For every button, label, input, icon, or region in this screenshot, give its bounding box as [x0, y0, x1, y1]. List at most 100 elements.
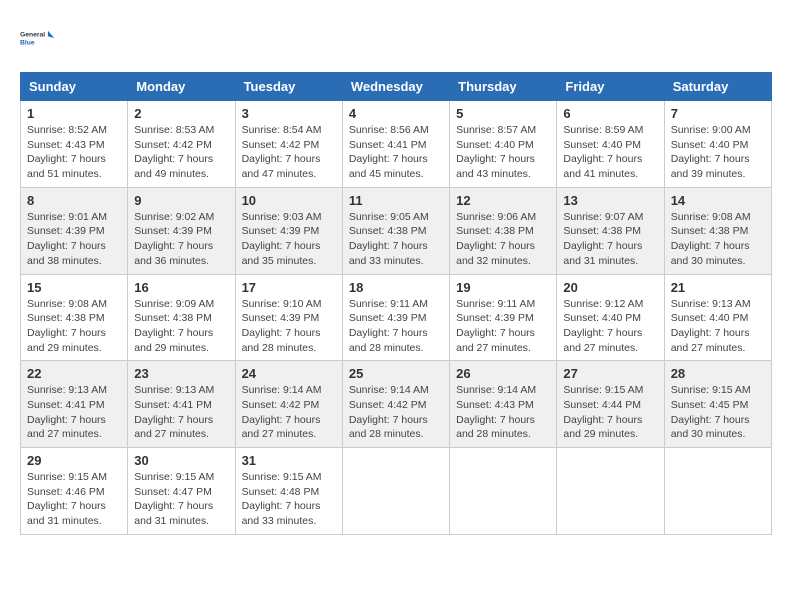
- day-info: Sunrise: 9:15 AM Sunset: 4:46 PM Dayligh…: [27, 470, 121, 529]
- sunrise-text: Sunrise: 9:13 AM: [27, 384, 107, 396]
- calendar-cell: 9 Sunrise: 9:02 AM Sunset: 4:39 PM Dayli…: [128, 187, 235, 274]
- sunrise-text: Sunrise: 9:02 AM: [134, 211, 214, 223]
- day-info: Sunrise: 9:08 AM Sunset: 4:38 PM Dayligh…: [671, 210, 765, 269]
- daylight-text: Daylight: 7 hours and 30 minutes.: [671, 414, 750, 441]
- daylight-text: Daylight: 7 hours and 27 minutes.: [456, 327, 535, 354]
- calendar-cell: 31 Sunrise: 9:15 AM Sunset: 4:48 PM Dayl…: [235, 448, 342, 535]
- daylight-text: Daylight: 7 hours and 43 minutes.: [456, 153, 535, 180]
- day-number: 25: [349, 366, 443, 381]
- sunset-text: Sunset: 4:39 PM: [242, 312, 320, 324]
- sunset-text: Sunset: 4:48 PM: [242, 486, 320, 498]
- calendar-cell: 13 Sunrise: 9:07 AM Sunset: 4:38 PM Dayl…: [557, 187, 664, 274]
- day-number: 1: [27, 106, 121, 121]
- svg-text:Blue: Blue: [20, 39, 35, 46]
- sunrise-text: Sunrise: 9:03 AM: [242, 211, 322, 223]
- day-number: 21: [671, 280, 765, 295]
- day-info: Sunrise: 8:59 AM Sunset: 4:40 PM Dayligh…: [563, 123, 657, 182]
- logo-icon: GeneralBlue: [20, 20, 56, 56]
- sunset-text: Sunset: 4:42 PM: [242, 139, 320, 151]
- daylight-text: Daylight: 7 hours and 27 minutes.: [242, 414, 321, 441]
- column-header-saturday: Saturday: [664, 73, 771, 101]
- calendar-cell: 22 Sunrise: 9:13 AM Sunset: 4:41 PM Dayl…: [21, 361, 128, 448]
- sunset-text: Sunset: 4:38 PM: [134, 312, 212, 324]
- day-info: Sunrise: 9:15 AM Sunset: 4:48 PM Dayligh…: [242, 470, 336, 529]
- day-info: Sunrise: 9:03 AM Sunset: 4:39 PM Dayligh…: [242, 210, 336, 269]
- day-info: Sunrise: 9:13 AM Sunset: 4:41 PM Dayligh…: [27, 383, 121, 442]
- day-info: Sunrise: 9:00 AM Sunset: 4:40 PM Dayligh…: [671, 123, 765, 182]
- sunset-text: Sunset: 4:39 PM: [456, 312, 534, 324]
- sunset-text: Sunset: 4:45 PM: [671, 399, 749, 411]
- calendar-cell: 24 Sunrise: 9:14 AM Sunset: 4:42 PM Dayl…: [235, 361, 342, 448]
- calendar-cell: 1 Sunrise: 8:52 AM Sunset: 4:43 PM Dayli…: [21, 101, 128, 188]
- column-header-friday: Friday: [557, 73, 664, 101]
- daylight-text: Daylight: 7 hours and 31 minutes.: [134, 500, 213, 527]
- day-number: 24: [242, 366, 336, 381]
- sunrise-text: Sunrise: 9:14 AM: [349, 384, 429, 396]
- svg-text:General: General: [20, 32, 45, 39]
- daylight-text: Daylight: 7 hours and 27 minutes.: [671, 327, 750, 354]
- calendar-week-row: 1 Sunrise: 8:52 AM Sunset: 4:43 PM Dayli…: [21, 101, 772, 188]
- calendar-cell: 27 Sunrise: 9:15 AM Sunset: 4:44 PM Dayl…: [557, 361, 664, 448]
- day-number: 13: [563, 193, 657, 208]
- sunrise-text: Sunrise: 8:54 AM: [242, 124, 322, 136]
- day-number: 16: [134, 280, 228, 295]
- sunset-text: Sunset: 4:42 PM: [134, 139, 212, 151]
- calendar-cell: 21 Sunrise: 9:13 AM Sunset: 4:40 PM Dayl…: [664, 274, 771, 361]
- sunset-text: Sunset: 4:42 PM: [349, 399, 427, 411]
- day-info: Sunrise: 9:15 AM Sunset: 4:45 PM Dayligh…: [671, 383, 765, 442]
- calendar-cell: [450, 448, 557, 535]
- day-number: 10: [242, 193, 336, 208]
- day-info: Sunrise: 9:02 AM Sunset: 4:39 PM Dayligh…: [134, 210, 228, 269]
- sunrise-text: Sunrise: 9:01 AM: [27, 211, 107, 223]
- daylight-text: Daylight: 7 hours and 28 minutes.: [349, 327, 428, 354]
- sunrise-text: Sunrise: 9:11 AM: [349, 298, 428, 310]
- daylight-text: Daylight: 7 hours and 27 minutes.: [27, 414, 106, 441]
- calendar-cell: 5 Sunrise: 8:57 AM Sunset: 4:40 PM Dayli…: [450, 101, 557, 188]
- day-number: 31: [242, 453, 336, 468]
- calendar-table: SundayMondayTuesdayWednesdayThursdayFrid…: [20, 72, 772, 535]
- daylight-text: Daylight: 7 hours and 29 minutes.: [134, 327, 213, 354]
- day-number: 18: [349, 280, 443, 295]
- calendar-cell: 19 Sunrise: 9:11 AM Sunset: 4:39 PM Dayl…: [450, 274, 557, 361]
- column-header-tuesday: Tuesday: [235, 73, 342, 101]
- sunset-text: Sunset: 4:42 PM: [242, 399, 320, 411]
- calendar-week-row: 8 Sunrise: 9:01 AM Sunset: 4:39 PM Dayli…: [21, 187, 772, 274]
- daylight-text: Daylight: 7 hours and 49 minutes.: [134, 153, 213, 180]
- day-number: 15: [27, 280, 121, 295]
- day-info: Sunrise: 9:11 AM Sunset: 4:39 PM Dayligh…: [349, 297, 443, 356]
- sunset-text: Sunset: 4:40 PM: [456, 139, 534, 151]
- day-info: Sunrise: 9:14 AM Sunset: 4:42 PM Dayligh…: [242, 383, 336, 442]
- calendar-cell: 17 Sunrise: 9:10 AM Sunset: 4:39 PM Dayl…: [235, 274, 342, 361]
- calendar-cell: 7 Sunrise: 9:00 AM Sunset: 4:40 PM Dayli…: [664, 101, 771, 188]
- calendar-cell: [557, 448, 664, 535]
- column-header-wednesday: Wednesday: [342, 73, 449, 101]
- sunrise-text: Sunrise: 9:13 AM: [134, 384, 214, 396]
- day-number: 27: [563, 366, 657, 381]
- sunset-text: Sunset: 4:40 PM: [671, 312, 749, 324]
- sunrise-text: Sunrise: 9:15 AM: [134, 471, 214, 483]
- calendar-cell: 26 Sunrise: 9:14 AM Sunset: 4:43 PM Dayl…: [450, 361, 557, 448]
- day-number: 28: [671, 366, 765, 381]
- calendar-cell: 16 Sunrise: 9:09 AM Sunset: 4:38 PM Dayl…: [128, 274, 235, 361]
- calendar-cell: 8 Sunrise: 9:01 AM Sunset: 4:39 PM Dayli…: [21, 187, 128, 274]
- day-number: 6: [563, 106, 657, 121]
- daylight-text: Daylight: 7 hours and 27 minutes.: [563, 327, 642, 354]
- calendar-cell: 25 Sunrise: 9:14 AM Sunset: 4:42 PM Dayl…: [342, 361, 449, 448]
- sunrise-text: Sunrise: 9:00 AM: [671, 124, 751, 136]
- day-info: Sunrise: 9:11 AM Sunset: 4:39 PM Dayligh…: [456, 297, 550, 356]
- day-info: Sunrise: 9:09 AM Sunset: 4:38 PM Dayligh…: [134, 297, 228, 356]
- day-number: 11: [349, 193, 443, 208]
- calendar-cell: 4 Sunrise: 8:56 AM Sunset: 4:41 PM Dayli…: [342, 101, 449, 188]
- sunrise-text: Sunrise: 8:52 AM: [27, 124, 107, 136]
- daylight-text: Daylight: 7 hours and 33 minutes.: [349, 240, 428, 267]
- sunrise-text: Sunrise: 9:15 AM: [671, 384, 751, 396]
- daylight-text: Daylight: 7 hours and 28 minutes.: [456, 414, 535, 441]
- day-info: Sunrise: 9:10 AM Sunset: 4:39 PM Dayligh…: [242, 297, 336, 356]
- sunset-text: Sunset: 4:41 PM: [27, 399, 105, 411]
- day-info: Sunrise: 9:14 AM Sunset: 4:43 PM Dayligh…: [456, 383, 550, 442]
- daylight-text: Daylight: 7 hours and 28 minutes.: [349, 414, 428, 441]
- day-number: 26: [456, 366, 550, 381]
- day-info: Sunrise: 9:12 AM Sunset: 4:40 PM Dayligh…: [563, 297, 657, 356]
- day-info: Sunrise: 9:08 AM Sunset: 4:38 PM Dayligh…: [27, 297, 121, 356]
- column-header-thursday: Thursday: [450, 73, 557, 101]
